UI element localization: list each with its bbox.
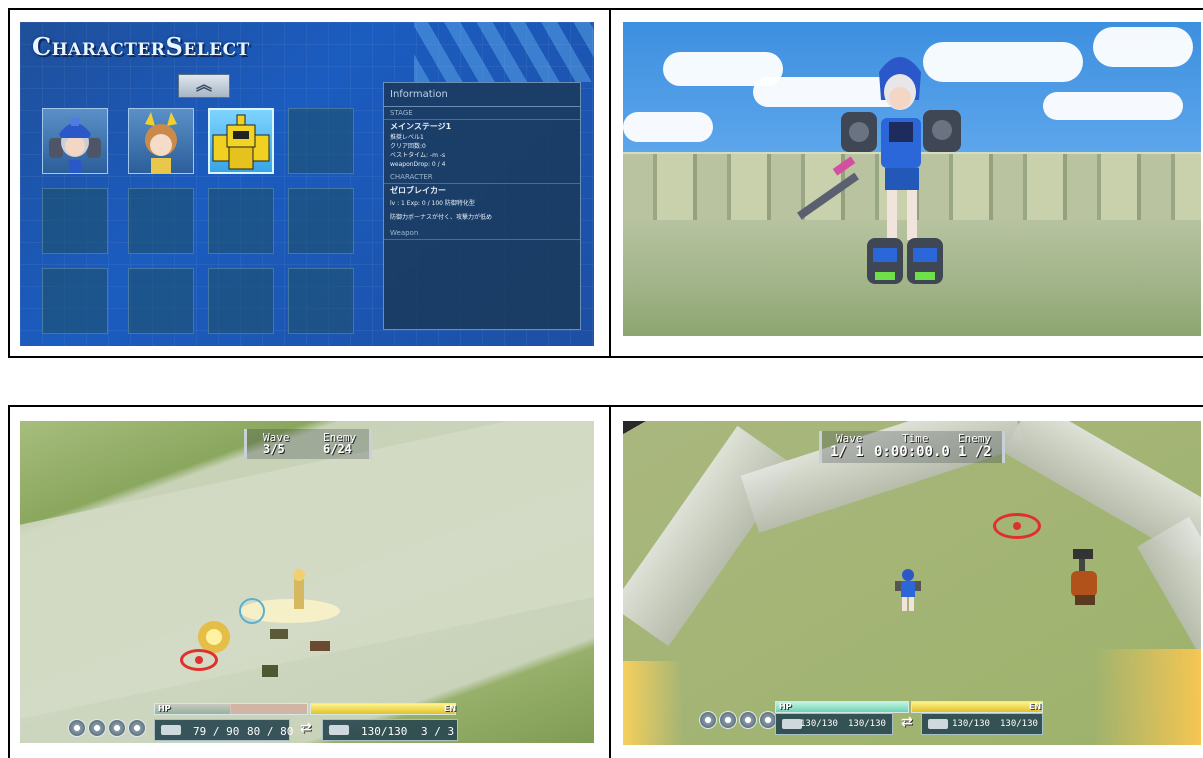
secondary-weapon-main-ammo: 130/130 bbox=[952, 719, 990, 729]
character-select-screen: CharacterSelect ︽ Information STAGE メインス… bbox=[20, 22, 594, 346]
character-slot-blue[interactable] bbox=[42, 108, 108, 174]
character-slot-locked[interactable] bbox=[288, 268, 354, 334]
blue-armored-girl-portrait bbox=[49, 118, 101, 173]
gear-icon bbox=[68, 719, 86, 737]
character-section-label: CHARACTER bbox=[384, 171, 580, 184]
primary-weapon-sub-ammo: 80 / 80 bbox=[247, 725, 294, 738]
character-slot-locked[interactable] bbox=[288, 188, 354, 254]
rifle-icon bbox=[782, 719, 802, 729]
gear-icon bbox=[739, 711, 757, 729]
weapon-swap-icon[interactable]: ⇄ bbox=[901, 714, 913, 730]
hp-label: HP bbox=[779, 702, 792, 711]
canyon-battle-screen: Wave 1/ 1 Time 0:00:00.0 Enemy 1 /2 HP E… bbox=[623, 421, 1201, 745]
information-panel: Information STAGE メインステージ1 推奨レベル1 クリア回数:… bbox=[383, 82, 581, 330]
character-slot-locked[interactable] bbox=[288, 108, 354, 174]
secondary-weapon-panel[interactable]: 130/130 3 / 3 bbox=[322, 719, 458, 741]
character-slot-mech-selected[interactable] bbox=[208, 108, 274, 174]
stage-weapon-drop: weaponDrop: 0 / 4 bbox=[390, 161, 446, 168]
character-slot-locked[interactable] bbox=[128, 188, 194, 254]
armored-girl-character bbox=[797, 57, 961, 284]
stage-name: メインステージ1 bbox=[390, 122, 452, 131]
secondary-weapon-panel[interactable]: 130/130 130/130 bbox=[921, 713, 1043, 735]
decorative-stripes bbox=[414, 22, 594, 82]
stage-best-time: ベストタイム: -m -s bbox=[390, 152, 446, 159]
wave-enemy-counter: Wave 3/5 Enemy 6/24 bbox=[244, 429, 372, 459]
frame-left-line-top bbox=[8, 8, 10, 358]
wave-value: 3/5 bbox=[263, 442, 285, 456]
secondary-weapon-sub-ammo: 3 / 3 bbox=[421, 725, 455, 738]
player-mech-girl bbox=[895, 569, 921, 611]
gear-icon bbox=[719, 711, 737, 729]
yellow-mech-portrait bbox=[212, 114, 270, 170]
primary-weapon-sub-ammo: 130/130 bbox=[848, 719, 886, 729]
character-slot-locked[interactable] bbox=[128, 268, 194, 334]
field-battle-screen: Wave 3/5 Enemy 6/24 HP EN 79 / 90 80 / 8… bbox=[20, 421, 594, 743]
frame-second-top-line bbox=[8, 405, 1203, 407]
information-header: Information bbox=[384, 83, 580, 107]
en-bar bbox=[310, 703, 456, 715]
enemy-value: 1 /2 bbox=[958, 444, 992, 460]
cloud bbox=[623, 112, 713, 142]
en-label: EN bbox=[1029, 702, 1042, 711]
gear-icon bbox=[108, 719, 126, 737]
frame-top-line bbox=[8, 8, 1203, 10]
time-value: 0:00:00.0 bbox=[874, 444, 950, 460]
hp-bar bbox=[775, 701, 909, 713]
stage-recommended-level: 推奨レベル1 bbox=[390, 134, 424, 141]
weapon-section-label: Weapon bbox=[384, 227, 580, 240]
en-label: EN bbox=[444, 704, 457, 713]
character-slot-yellow[interactable] bbox=[128, 108, 194, 174]
rock-cliff bbox=[623, 425, 795, 647]
secondary-weapon-main-ammo: 130/130 bbox=[361, 725, 408, 738]
cannon-icon bbox=[329, 725, 349, 735]
character-slot-locked[interactable] bbox=[208, 268, 274, 334]
scroll-up-button[interactable]: ︽ bbox=[178, 74, 230, 98]
lives-indicator bbox=[699, 711, 779, 733]
gear-icon bbox=[88, 719, 106, 737]
cloud bbox=[1043, 92, 1183, 120]
character-slot-locked[interactable] bbox=[42, 188, 108, 254]
yellow-haired-girl-portrait bbox=[145, 112, 177, 173]
secondary-weapon-sub-ammo: 130/130 bbox=[1000, 719, 1038, 729]
screen-title: CharacterSelect bbox=[32, 32, 250, 61]
target-reticle bbox=[993, 513, 1041, 539]
gear-icon bbox=[128, 719, 146, 737]
character-stats: lv : 1 Exp: 0 / 100 防御特化型 bbox=[390, 200, 475, 207]
primary-weapon-main-ammo: 130/130 bbox=[800, 719, 838, 729]
battle-scene bbox=[198, 569, 340, 677]
hp-label: HP bbox=[158, 704, 171, 713]
stage-section-label: STAGE bbox=[384, 107, 580, 120]
character-3d-view bbox=[623, 22, 1201, 336]
primary-weapon-panel[interactable]: 130/130 130/130 bbox=[775, 713, 893, 735]
enemy-turret bbox=[1071, 549, 1097, 605]
enemy-value: 6/24 bbox=[323, 442, 352, 456]
character-description: 防御力ボーナスが付く、攻撃力が低め bbox=[390, 214, 493, 221]
character-slot-locked[interactable] bbox=[208, 188, 274, 254]
primary-weapon-main-ammo: 79 / 90 bbox=[193, 725, 240, 738]
frame-middle-line-top bbox=[609, 8, 611, 358]
primary-weapon-panel[interactable]: 79 / 90 80 / 80 bbox=[154, 719, 294, 741]
wave-value: 1/ 1 bbox=[830, 444, 864, 460]
character-slot-locked[interactable] bbox=[42, 268, 108, 334]
stage-clear-count: クリア回数:0 bbox=[390, 143, 426, 150]
cloud bbox=[1093, 27, 1193, 67]
rifle-icon bbox=[161, 725, 181, 735]
wave-time-enemy-counter: Wave 1/ 1 Time 0:00:00.0 Enemy 1 /2 bbox=[819, 431, 1005, 463]
frame-middle-line-bottom bbox=[609, 405, 611, 758]
gear-icon bbox=[699, 711, 717, 729]
energy-glow bbox=[1093, 649, 1201, 745]
weapon-swap-icon[interactable]: ⇄ bbox=[300, 720, 312, 736]
frame-row-divider bbox=[8, 356, 1203, 358]
target-reticle bbox=[180, 649, 218, 671]
lives-indicator bbox=[68, 719, 148, 741]
en-bar bbox=[911, 701, 1043, 713]
frame-left-line-bottom bbox=[8, 405, 10, 758]
energy-glow bbox=[623, 661, 683, 745]
cannon-icon bbox=[928, 719, 948, 729]
hp-bar-empty bbox=[154, 703, 308, 715]
character-name: ゼロブレイカー bbox=[390, 186, 446, 195]
